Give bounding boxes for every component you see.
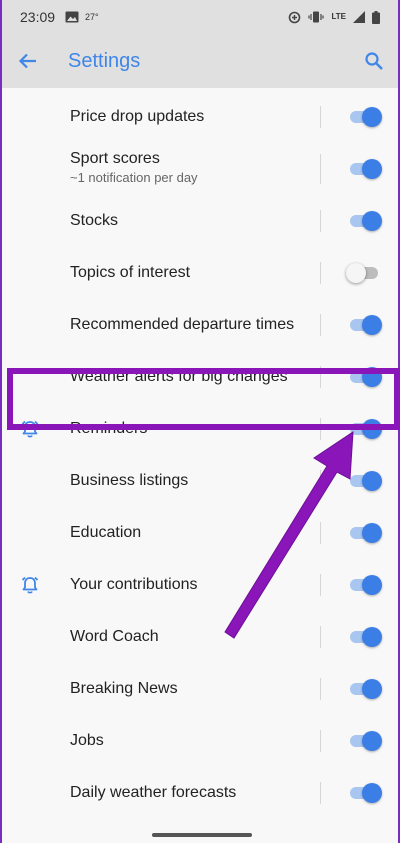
divider	[320, 522, 321, 544]
setting-toggle[interactable]	[348, 315, 382, 335]
setting-toggle[interactable]	[348, 159, 382, 179]
setting-row[interactable]: Topics of interest	[2, 247, 398, 299]
divider	[320, 782, 321, 804]
setting-label: Weather alerts for big changes	[70, 368, 288, 385]
network-type-label: LTE	[331, 12, 346, 21]
divider	[320, 314, 321, 336]
divider	[320, 210, 321, 232]
toggle-thumb	[362, 731, 382, 751]
search-icon	[365, 52, 383, 70]
toggle-thumb	[362, 523, 382, 543]
toggle-thumb	[362, 679, 382, 699]
setting-row[interactable]: Jobs	[2, 715, 398, 767]
divider	[320, 730, 321, 752]
setting-toggle[interactable]	[348, 471, 382, 491]
setting-row[interactable]: Price drop updates	[2, 91, 398, 143]
setting-toggle[interactable]	[348, 523, 382, 543]
setting-label: Word Coach	[70, 628, 159, 645]
setting-row[interactable]: Daily weather forecasts	[2, 767, 398, 819]
setting-row[interactable]: Education	[2, 507, 398, 559]
setting-row[interactable]: Stocks	[2, 195, 398, 247]
home-indicator[interactable]	[152, 833, 252, 837]
setting-toggle[interactable]	[346, 263, 382, 283]
setting-row[interactable]: Breaking News	[2, 663, 398, 715]
setting-label: Topics of interest	[70, 264, 191, 281]
toggle-thumb	[362, 783, 382, 803]
setting-row[interactable]: Recommended departure times	[2, 299, 398, 351]
toggle-thumb	[362, 627, 382, 647]
toggle-thumb	[362, 419, 382, 439]
vibrate-icon	[308, 11, 325, 23]
toggle-thumb	[346, 263, 366, 283]
toggle-thumb	[362, 159, 382, 179]
setting-row[interactable]: Sport scores ~1 notification per day	[2, 143, 398, 195]
back-button[interactable]	[0, 34, 56, 88]
search-button[interactable]	[346, 34, 400, 88]
setting-label: Recommended departure times	[70, 316, 295, 333]
setting-label: Business listings	[70, 472, 189, 489]
signal-icon	[353, 11, 365, 23]
status-time: 23:09	[20, 9, 56, 25]
settings-list: Price drop updates Sport scores ~1 notific…	[2, 91, 398, 819]
setting-toggle[interactable]	[348, 783, 382, 803]
setting-subtitle: ~1 notification per day	[70, 170, 198, 185]
status-bar: 23:09 27° LTE	[2, 0, 398, 34]
toggle-thumb	[362, 471, 382, 491]
divider	[320, 262, 321, 284]
setting-row[interactable]: Word Coach	[2, 611, 398, 663]
page-title: Settings	[68, 49, 141, 72]
toggle-thumb	[362, 211, 382, 231]
setting-label: Reminders	[70, 420, 148, 437]
setting-toggle[interactable]	[348, 419, 382, 439]
setting-toggle[interactable]	[348, 575, 382, 595]
image-icon	[65, 11, 79, 23]
divider	[320, 470, 321, 492]
setting-row[interactable]: Weather alerts for big changes	[2, 351, 398, 403]
data-saver-icon	[289, 11, 301, 23]
setting-label: Stocks	[70, 212, 119, 229]
app-bar: Settings	[2, 34, 398, 88]
divider	[320, 366, 321, 388]
setting-label: Sport scores	[70, 150, 160, 167]
setting-row[interactable]: Reminders	[2, 403, 398, 455]
setting-label: Education	[70, 524, 142, 541]
setting-label: Jobs	[70, 732, 104, 749]
toggle-thumb	[362, 575, 382, 595]
setting-toggle[interactable]	[348, 731, 382, 751]
status-temperature: 27°	[85, 12, 99, 22]
setting-row[interactable]: Business listings	[2, 455, 398, 507]
setting-label: Price drop updates	[70, 108, 205, 125]
toggle-thumb	[362, 107, 382, 127]
setting-toggle[interactable]	[348, 107, 382, 127]
setting-toggle[interactable]	[348, 679, 382, 699]
setting-label: Daily weather forecasts	[70, 784, 237, 801]
toggle-thumb	[362, 315, 382, 335]
divider	[320, 154, 321, 184]
divider	[320, 106, 321, 128]
setting-label: Breaking News	[70, 680, 178, 697]
setting-toggle[interactable]	[348, 211, 382, 231]
arrow-back-icon	[18, 53, 36, 69]
alarm-bell-icon	[16, 415, 44, 443]
setting-toggle[interactable]	[348, 367, 382, 387]
divider	[320, 678, 321, 700]
battery-icon	[372, 10, 380, 24]
divider	[320, 418, 321, 440]
toggle-thumb	[362, 367, 382, 387]
divider	[320, 574, 321, 596]
setting-toggle[interactable]	[348, 627, 382, 647]
alarm-bell-icon	[16, 571, 44, 599]
setting-label: Your contributions	[70, 576, 198, 593]
divider	[320, 626, 321, 648]
setting-row[interactable]: Your contributions	[2, 559, 398, 611]
